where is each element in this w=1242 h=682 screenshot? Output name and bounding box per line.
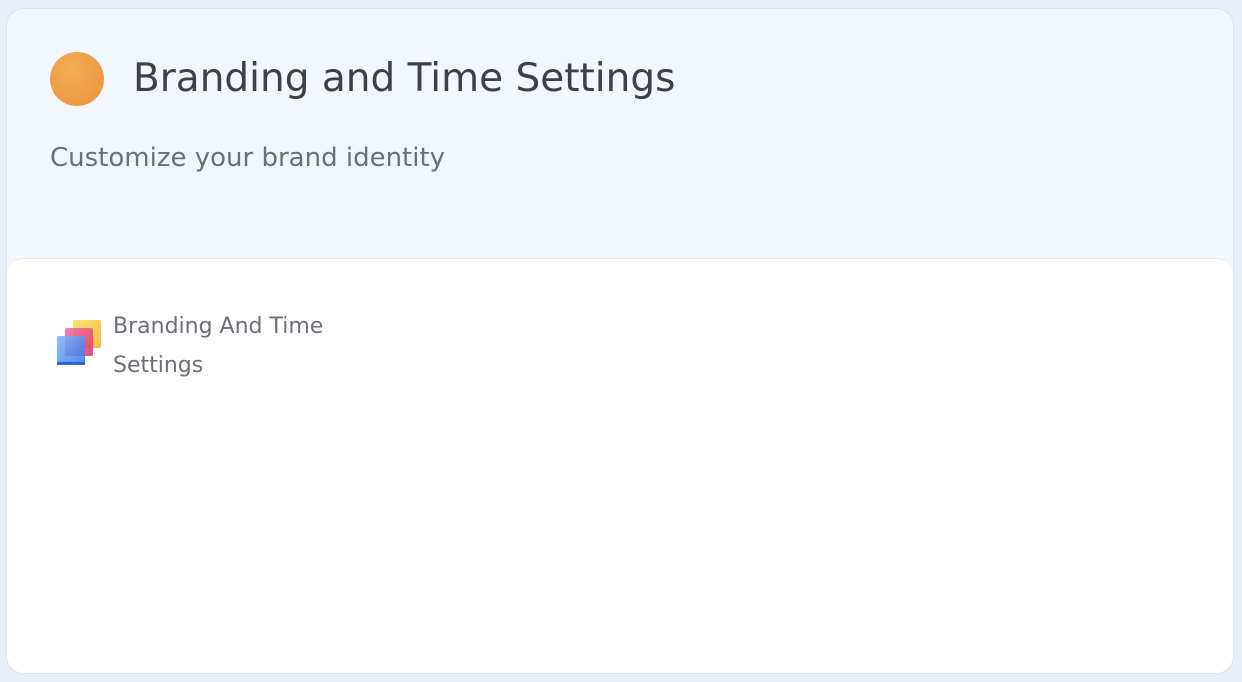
branding-and-time-settings-label: Branding And Time Settings <box>113 314 324 378</box>
orange-circle-icon <box>50 52 104 106</box>
branding-and-time-settings-item[interactable]: Branding And Time Settings <box>56 307 343 385</box>
page-title: Branding and Time Settings <box>133 56 676 101</box>
content-panel: Branding And Time Settings <box>7 258 1233 673</box>
page-subtitle: Customize your brand identity <box>50 143 446 173</box>
settings-card: Branding and Time Settings Customize you… <box>6 8 1234 674</box>
stacked-squares-icon <box>57 320 101 365</box>
